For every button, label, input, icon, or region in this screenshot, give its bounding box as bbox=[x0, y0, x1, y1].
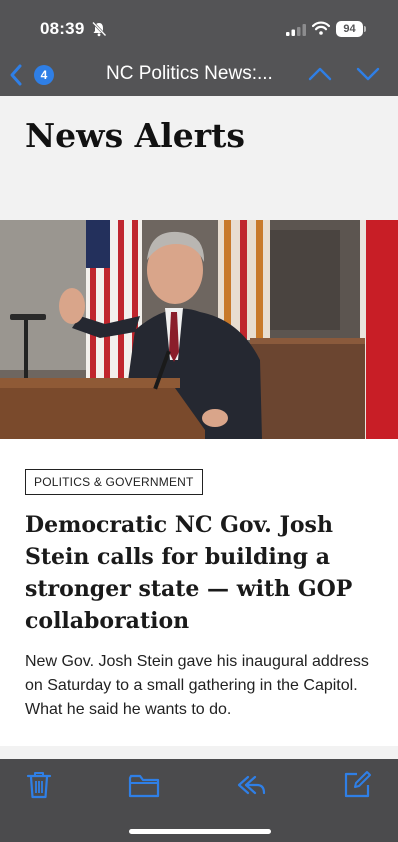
back-chevron-icon[interactable] bbox=[8, 63, 24, 87]
folder-icon[interactable] bbox=[128, 769, 160, 801]
status-time: 08:39 bbox=[40, 19, 85, 38]
bell-slash-icon bbox=[91, 21, 107, 37]
message-nav-bar: 4 NC Politics News:... bbox=[0, 52, 398, 96]
status-bar: 08:39 94 bbox=[0, 0, 398, 52]
nav-title: NC Politics News:... bbox=[106, 63, 273, 84]
newsletter-header: News Alerts bbox=[0, 96, 398, 220]
top-bar: 08:39 94 4 NC Politics News:... bbox=[0, 0, 398, 96]
unread-count-badge[interactable]: 4 bbox=[34, 65, 54, 85]
reply-icon[interactable] bbox=[235, 769, 267, 801]
category-tag[interactable]: POLITICS & GOVERNMENT bbox=[25, 469, 203, 495]
signal-icon bbox=[286, 23, 306, 36]
trash-icon[interactable] bbox=[23, 769, 55, 801]
article-card[interactable]: POLITICS & GOVERNMENT Democratic NC Gov.… bbox=[0, 439, 398, 746]
battery-level: 94 bbox=[336, 21, 363, 37]
wifi-icon bbox=[311, 21, 331, 35]
home-indicator[interactable] bbox=[129, 829, 271, 834]
up-chevron-icon[interactable] bbox=[308, 66, 332, 82]
article-headline[interactable]: Democratic NC Gov. Josh Stein calls for … bbox=[25, 509, 375, 637]
section-title: News Alerts bbox=[25, 116, 245, 155]
article-summary: New Gov. Josh Stein gave his inaugural a… bbox=[25, 653, 369, 718]
compose-icon[interactable] bbox=[341, 769, 373, 801]
bottom-toolbar bbox=[0, 759, 398, 842]
battery-cap bbox=[364, 26, 366, 32]
article-photo[interactable] bbox=[0, 220, 398, 439]
down-chevron-icon[interactable] bbox=[356, 66, 380, 82]
section-divider bbox=[0, 746, 398, 759]
battery-icon: 94 bbox=[336, 21, 366, 37]
email-body: News Alerts POLITICS & GOVERNMENT Democr… bbox=[0, 96, 398, 759]
